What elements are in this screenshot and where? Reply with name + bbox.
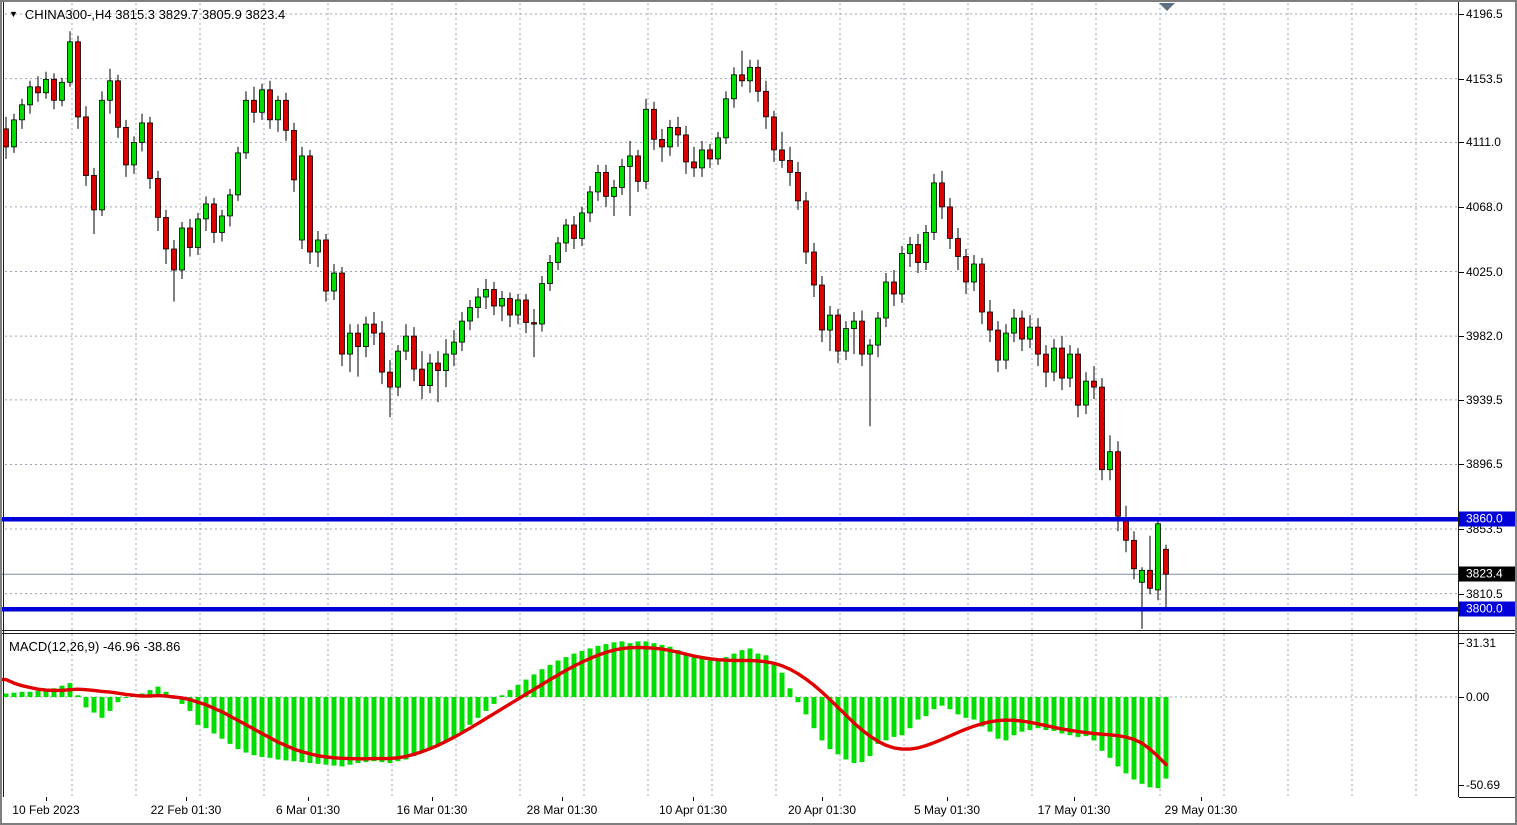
macd-indicator-label: MACD(12,26,9) -46.96 -38.86 xyxy=(9,639,180,654)
pane-divider-top[interactable] xyxy=(0,630,1517,631)
time-axis-tick xyxy=(562,797,563,801)
price-axis-label: 3982.0 xyxy=(1466,329,1503,343)
time-axis-tick xyxy=(822,797,823,801)
price-axis-tick xyxy=(1459,79,1464,80)
time-axis-tick xyxy=(693,797,694,801)
price-axis-label: 3810.5 xyxy=(1466,587,1503,601)
chart-canvas[interactable] xyxy=(0,0,1459,797)
macd-axis-label: -50.69 xyxy=(1466,778,1500,792)
price-tag: 3800.0 xyxy=(1459,602,1517,617)
price-axis-tick xyxy=(1459,464,1464,465)
time-axis-label: 10 Feb 2023 xyxy=(12,803,79,817)
price-tag: 3860.0 xyxy=(1459,512,1517,527)
macd-axis-label: 0.00 xyxy=(1466,690,1489,704)
price-axis-tick xyxy=(1459,529,1464,530)
macd-main-value: -46.96 xyxy=(103,639,140,654)
time-axis-tick xyxy=(432,797,433,801)
time-axis-label: 6 Mar 01:30 xyxy=(276,803,340,817)
symbol-name: CHINA300-,H4 xyxy=(25,7,112,22)
macd-axis-tick xyxy=(1459,785,1464,786)
macd-name: MACD(12,26,9) xyxy=(9,639,99,654)
symbol-dropdown-icon: ▼ xyxy=(9,9,18,19)
trading-chart-window: ▼ CHINA300-,H4 3815.3 3829.7 3805.9 3823.… xyxy=(0,0,1517,825)
price-axis-label: 4068.0 xyxy=(1466,200,1503,214)
macd-histogram xyxy=(4,641,1169,788)
price-axis-tick xyxy=(1459,594,1464,595)
time-axis-label: 16 Mar 01:30 xyxy=(397,803,468,817)
time-axis-tick xyxy=(46,797,47,801)
time-axis-label: 28 Mar 01:30 xyxy=(527,803,598,817)
symbol-title: ▼ CHINA300-,H4 3815.3 3829.7 3805.9 3823.… xyxy=(9,7,285,22)
price-axis-tick xyxy=(1459,336,1464,337)
ohlc-low: 3805.9 xyxy=(202,7,242,22)
time-axis-tick xyxy=(1201,797,1202,801)
grid-horizontal xyxy=(0,14,1458,697)
chart-shift-marker-icon[interactable] xyxy=(1159,3,1175,11)
price-axis-tick xyxy=(1459,207,1464,208)
time-axis-label: 17 May 01:30 xyxy=(1038,803,1111,817)
price-axis-label: 4025.0 xyxy=(1466,265,1503,279)
price-axis-tick xyxy=(1459,14,1464,15)
time-axis-label: 22 Feb 01:30 xyxy=(151,803,222,817)
price-axis-label: 4196.5 xyxy=(1466,7,1503,21)
time-axis-tick xyxy=(1074,797,1075,801)
price-axis-label: 3939.5 xyxy=(1466,393,1503,407)
time-axis-label: 5 May 01:30 xyxy=(914,803,980,817)
time-axis-label: 10 Apr 01:30 xyxy=(659,803,727,817)
price-axis-label: 3896.5 xyxy=(1466,457,1503,471)
time-axis-tick xyxy=(947,797,948,801)
price-axis-tick xyxy=(1459,400,1464,401)
candlesticks-layer xyxy=(4,31,1169,629)
ohlc-high: 3829.7 xyxy=(159,7,199,22)
macd-axis-tick xyxy=(1459,697,1464,698)
time-axis-tick xyxy=(308,797,309,801)
ohlc-close: 3823.4 xyxy=(245,7,285,22)
macd-axis-tick xyxy=(1459,643,1464,644)
price-axis-tick xyxy=(1459,272,1464,273)
ohlc-open: 3815.3 xyxy=(115,7,155,22)
price-axis-tick xyxy=(1459,142,1464,143)
price-axis-label: 4111.0 xyxy=(1466,135,1501,149)
window-edge-top xyxy=(0,0,1517,2)
time-axis[interactable]: 10 Feb 2023 22 Feb 01:30 6 Mar 01:30 16 Mar… xyxy=(0,797,1459,825)
pane-divider-bottom xyxy=(0,633,1517,634)
price-axis-label: 4153.5 xyxy=(1466,72,1503,86)
left-pane-border xyxy=(3,2,4,797)
time-axis-label: 20 Apr 01:30 xyxy=(788,803,856,817)
price-tag: 3823.4 xyxy=(1459,567,1517,582)
window-edge-left xyxy=(0,0,2,825)
horizontal-level-lines[interactable] xyxy=(0,519,1458,609)
time-axis-tick xyxy=(186,797,187,801)
macd-axis-label: 31.31 xyxy=(1466,636,1496,650)
macd-signal-value: -38.86 xyxy=(143,639,180,654)
time-axis-label: 29 May 01:30 xyxy=(1165,803,1238,817)
